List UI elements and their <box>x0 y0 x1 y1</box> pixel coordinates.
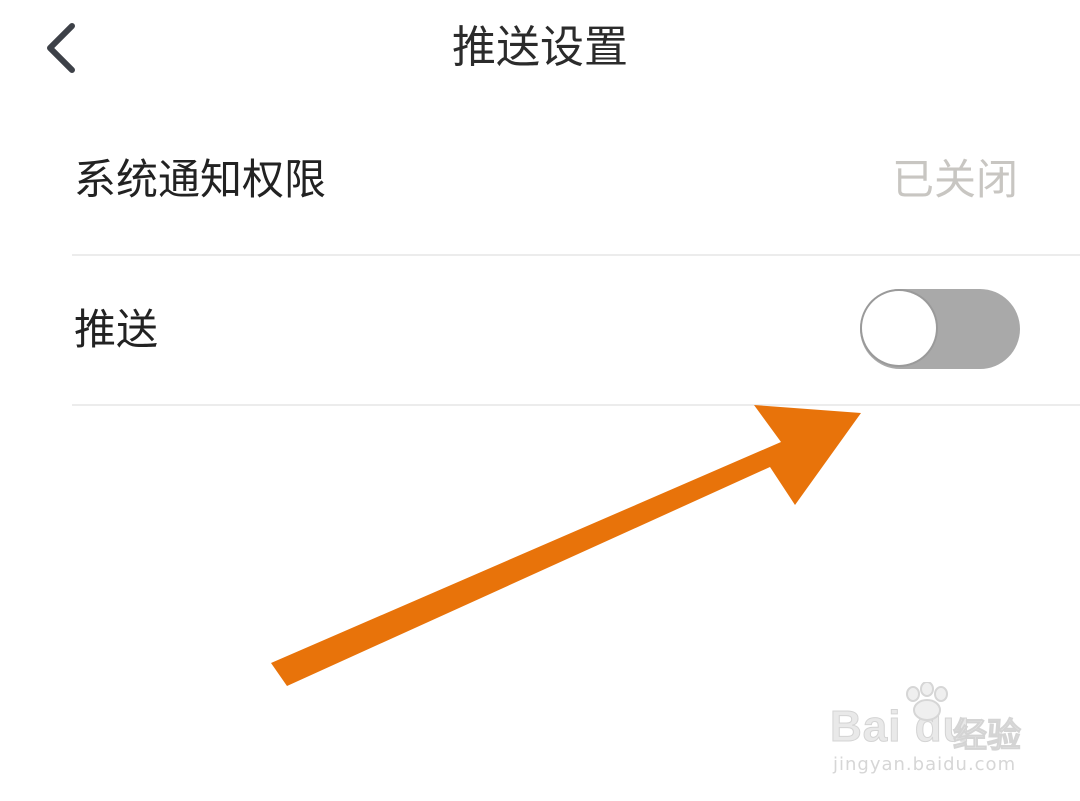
arrow-annotation <box>271 405 861 686</box>
watermark-url: jingyan.baidu.com <box>833 754 1017 775</box>
watermark-product: 经验 <box>953 716 1022 757</box>
arrow-shape <box>271 405 861 686</box>
push-settings-screen: 推送设置 系统通知权限 已关闭 推送 Bai du 经验 jingyan.bai… <box>0 0 1080 801</box>
paw-icon <box>906 682 948 721</box>
watermark: Bai du 经验 jingyan.baidu.com <box>825 682 1035 782</box>
